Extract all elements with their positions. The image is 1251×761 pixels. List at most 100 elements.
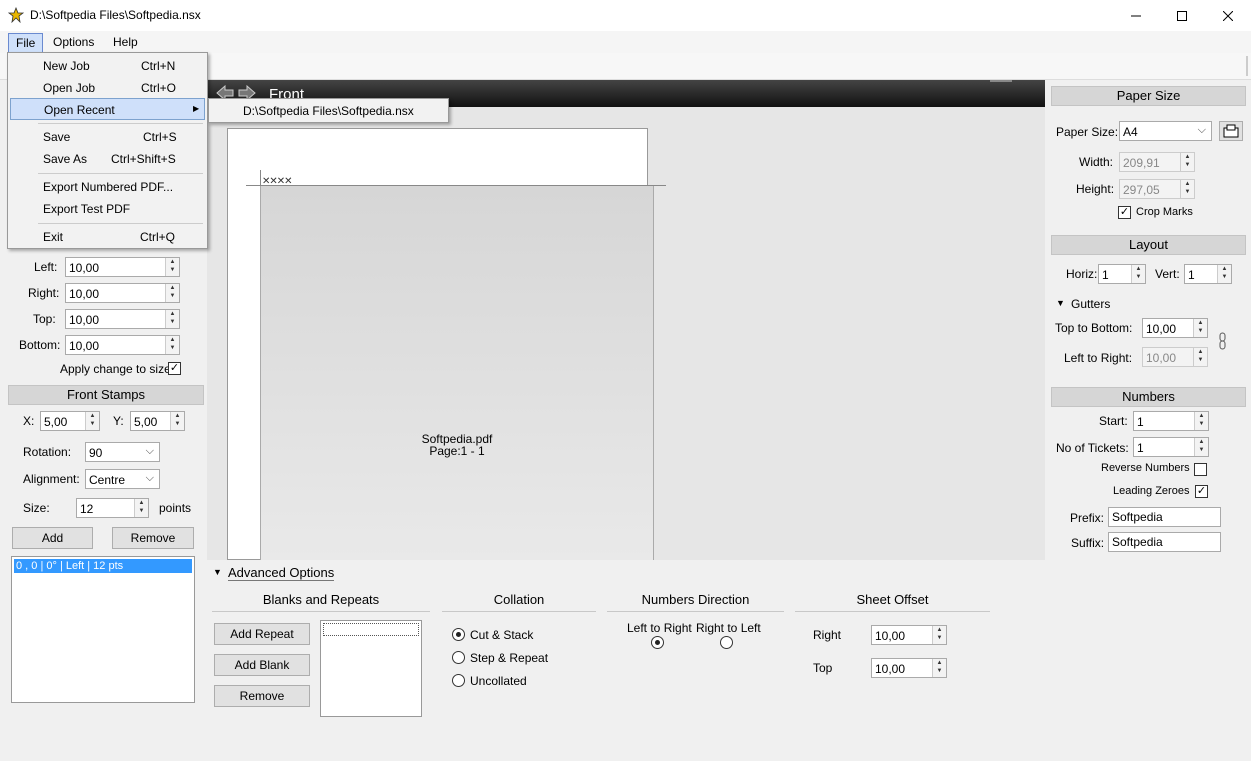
- file-menu-dropdown: New Job Ctrl+N Open Job Ctrl+O Open Recent…: [7, 52, 208, 249]
- chevron-down-icon: ⌵: [145, 445, 154, 457]
- paper-height-field[interactable]: 297,05 ▲ ▼: [1119, 179, 1195, 199]
- menu-item-export-numbered-pdf[interactable]: Export Numbered PDF...: [10, 176, 205, 198]
- remove-stamp-button[interactable]: Remove: [112, 527, 194, 549]
- menu-item-open-recent[interactable]: Open Recent ▶: [10, 98, 205, 120]
- spinner-arrows-icon: ▲ ▼: [85, 412, 99, 430]
- add-stamp-button[interactable]: Add: [12, 527, 93, 549]
- spinner-arrows-icon: ▲ ▼: [1180, 153, 1194, 171]
- menu-item-open-job[interactable]: Open Job Ctrl+O: [10, 77, 205, 99]
- uncollated-radio[interactable]: [452, 674, 465, 687]
- leading-zeroes-checkbox[interactable]: ✓: [1195, 485, 1208, 498]
- collation-title: Collation: [442, 592, 596, 612]
- menu-item-new-job[interactable]: New Job Ctrl+N: [10, 55, 205, 77]
- rotation-select[interactable]: 90 ⌵: [85, 442, 160, 462]
- stamp-x-field[interactable]: 5,00 ▲ ▼: [40, 411, 100, 431]
- start-field[interactable]: 1 ▲ ▼: [1133, 411, 1209, 431]
- stamp-y-field[interactable]: 5,00 ▲ ▼: [130, 411, 185, 431]
- advanced-collapse-icon[interactable]: ▼: [213, 567, 222, 577]
- cut-stack-radio[interactable]: [452, 628, 465, 641]
- gutters-collapse-icon[interactable]: ▼: [1056, 298, 1065, 308]
- spinner-arrows-icon: ▲ ▼: [932, 626, 946, 644]
- prefix-label: Prefix:: [1070, 511, 1105, 525]
- rtl-direction-radio[interactable]: [720, 636, 733, 649]
- chain-link-icon[interactable]: [1218, 332, 1228, 350]
- step-repeat-radio[interactable]: [452, 651, 465, 664]
- spinner-arrows-icon: ▲ ▼: [165, 258, 179, 276]
- offset-top-field[interactable]: 10,00 ▲ ▼: [871, 658, 947, 678]
- vert-field[interactable]: 1 ▲ ▼: [1184, 264, 1232, 284]
- menu-separator: [38, 123, 203, 124]
- crop-mark-line: [260, 170, 261, 186]
- repeats-list[interactable]: [320, 620, 422, 717]
- spinner-arrows-icon: ▲ ▼: [134, 499, 148, 517]
- menu-item-exit[interactable]: Exit Ctrl+Q: [10, 226, 205, 248]
- margin-top-field[interactable]: 10,00 ▲ ▼: [65, 309, 180, 329]
- layout-header: Layout: [1051, 235, 1246, 255]
- margin-right-field[interactable]: 10,00 ▲ ▼: [65, 283, 180, 303]
- apply-change-checkbox[interactable]: ✓: [168, 362, 181, 375]
- minimize-button[interactable]: [1113, 0, 1159, 31]
- gutters-label: Gutters: [1071, 297, 1111, 311]
- advanced-options-toggle[interactable]: Advanced Options: [228, 565, 335, 581]
- spinner-arrows-icon: ▲ ▼: [1193, 319, 1207, 337]
- menu-item-save[interactable]: Save Ctrl+S: [10, 126, 205, 148]
- ltr-direction-radio[interactable]: [651, 636, 664, 649]
- remove-blank-button[interactable]: Remove: [214, 685, 310, 707]
- list-item[interactable]: [323, 623, 419, 636]
- reverse-numbers-checkbox[interactable]: [1194, 463, 1207, 476]
- add-blank-button[interactable]: Add Blank: [214, 654, 310, 676]
- alignment-select[interactable]: Centre ⌵: [85, 469, 160, 489]
- spinner-arrows-icon: ▲ ▼: [1193, 348, 1207, 366]
- menu-help[interactable]: Help: [106, 33, 145, 53]
- window-title: D:\Softpedia Files\Softpedia.nsx: [30, 8, 201, 22]
- spinner-arrows-icon: ▲ ▼: [1180, 180, 1194, 198]
- stamp-list[interactable]: 0 , 0 | 0° | Left | 12 pts: [11, 556, 195, 703]
- numbers-direction-title: Numbers Direction: [607, 592, 784, 612]
- maximize-icon: [1177, 10, 1187, 21]
- paper-width-label: Width:: [1079, 155, 1114, 169]
- orientation-icon: [1223, 124, 1239, 138]
- ticket-preview[interactable]: [260, 186, 654, 560]
- menu-item-save-as[interactable]: Save As Ctrl+Shift+S: [10, 148, 205, 170]
- prefix-input[interactable]: Softpedia: [1108, 507, 1221, 527]
- tickets-label: No of Tickets:: [1056, 441, 1129, 455]
- paper-width-field[interactable]: 209,91 ▲ ▼: [1119, 152, 1195, 172]
- offset-right-label: Right: [813, 628, 842, 642]
- menu-separator: [38, 173, 203, 174]
- add-repeat-button[interactable]: Add Repeat: [214, 623, 310, 645]
- app-logo-icon: [7, 6, 25, 24]
- margin-bottom-field[interactable]: 10,00 ▲ ▼: [65, 335, 180, 355]
- toolbar-grip: [1246, 56, 1248, 76]
- size-field[interactable]: 12 ▲ ▼: [76, 498, 149, 518]
- margin-left-field[interactable]: 10,00 ▲ ▼: [65, 257, 180, 277]
- recent-file-item[interactable]: D:\Softpedia Files\Softpedia.nsx: [243, 104, 414, 118]
- paper-size-header: Paper Size: [1051, 86, 1246, 106]
- orientation-button[interactable]: [1219, 121, 1243, 141]
- crop-marks-checkbox[interactable]: ✓: [1118, 206, 1131, 219]
- menu-file[interactable]: File: [8, 33, 44, 53]
- left-to-right-field[interactable]: 10,00 ▲ ▼: [1142, 347, 1208, 367]
- horiz-field[interactable]: 1 ▲ ▼: [1098, 264, 1146, 284]
- step-repeat-label: Step & Repeat: [470, 651, 549, 665]
- margin-bottom-label: Bottom:: [19, 338, 61, 352]
- spinner-arrows-icon: ▲ ▼: [1194, 438, 1208, 456]
- menu-item-export-test-pdf[interactable]: Export Test PDF: [10, 198, 205, 220]
- stamp-y-label: Y:: [113, 414, 124, 428]
- paper-size-select[interactable]: A4 ⌵: [1119, 121, 1212, 141]
- list-item[interactable]: 0 , 0 | 0° | Left | 12 pts: [14, 559, 192, 573]
- spinner-arrows-icon: ▲ ▼: [1194, 412, 1208, 430]
- tickets-field[interactable]: 1 ▲ ▼: [1133, 437, 1209, 457]
- paper-height-label: Height:: [1076, 182, 1115, 196]
- uncollated-label: Uncollated: [470, 674, 527, 688]
- ticket-page: Page:1 - 1: [429, 444, 485, 458]
- margin-right-label: Right:: [28, 286, 60, 300]
- offset-right-field[interactable]: 10,00 ▲ ▼: [871, 625, 947, 645]
- close-button[interactable]: [1205, 0, 1251, 31]
- spinner-arrows-icon: ▲ ▼: [165, 284, 179, 302]
- menu-options[interactable]: Options: [46, 33, 101, 53]
- suffix-input[interactable]: Softpedia: [1108, 532, 1221, 552]
- maximize-button[interactable]: [1159, 0, 1205, 31]
- apply-change-label: Apply change to size: [60, 362, 171, 376]
- crop-marks-label: Crop Marks: [1136, 206, 1193, 218]
- top-to-bottom-field[interactable]: 10,00 ▲ ▼: [1142, 318, 1208, 338]
